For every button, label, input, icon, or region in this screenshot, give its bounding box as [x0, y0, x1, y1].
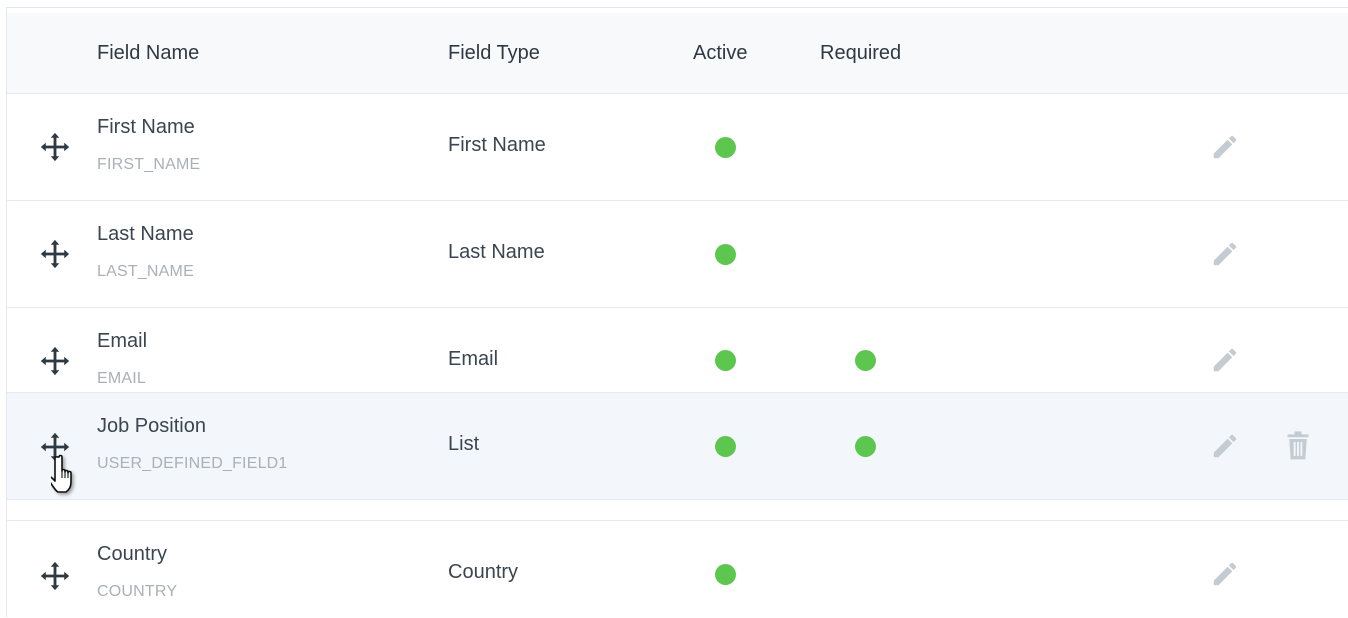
active-status-dot: [715, 436, 736, 457]
pencil-icon[interactable]: [1210, 345, 1240, 375]
move-arrows-icon[interactable]: [38, 344, 72, 378]
header-required[interactable]: Required: [820, 13, 901, 93]
header-active[interactable]: Active: [693, 13, 747, 93]
move-arrows-icon[interactable]: [38, 430, 72, 464]
pencil-icon[interactable]: [1210, 431, 1240, 461]
drop-placeholder: [7, 499, 1348, 521]
active-status-dot: [715, 350, 736, 371]
required-status-dot: [855, 436, 876, 457]
field-key: COUNTRY: [97, 583, 178, 600]
pencil-icon[interactable]: [1210, 132, 1240, 162]
field-name: Last Name: [97, 223, 194, 245]
table-row-last-name[interactable]: Last Name LAST_NAME Last Name: [7, 201, 1348, 308]
move-arrows-icon[interactable]: [38, 130, 72, 164]
header-field-name[interactable]: Field Name: [97, 13, 199, 93]
table-row-job-position[interactable]: Job Position USER_DEFINED_FIELD1 List: [7, 393, 1348, 500]
table-row-first-name[interactable]: First Name FIRST_NAME First Name: [7, 94, 1348, 201]
move-arrows-icon[interactable]: [38, 237, 72, 271]
field-name: Job Position: [97, 415, 206, 437]
field-type: Country: [448, 561, 519, 583]
field-type: Email: [448, 348, 499, 370]
move-arrows-icon[interactable]: [38, 559, 72, 593]
field-key: FIRST_NAME: [97, 156, 201, 173]
field-type: First Name: [448, 134, 546, 156]
active-status-dot: [715, 137, 736, 158]
field-name: Country: [97, 543, 168, 565]
custom-fields-table: Field Name Field Type Active Required Fi…: [6, 7, 1348, 618]
field-type: Last Name: [448, 241, 545, 263]
field-key: LAST_NAME: [97, 263, 194, 280]
field-type: List: [448, 433, 480, 455]
table-header: Field Name Field Type Active Required: [7, 13, 1348, 94]
trash-icon[interactable]: [1284, 430, 1312, 462]
pencil-icon[interactable]: [1210, 559, 1240, 589]
pencil-icon[interactable]: [1210, 239, 1240, 269]
field-key: USER_DEFINED_FIELD1: [97, 455, 288, 472]
table-row-country[interactable]: Country COUNTRY Country: [7, 521, 1348, 618]
field-name: Email: [97, 330, 148, 352]
field-key: EMAIL: [97, 370, 147, 387]
header-field-type[interactable]: Field Type: [448, 13, 540, 93]
field-name: First Name: [97, 116, 195, 138]
active-status-dot: [715, 564, 736, 585]
required-status-dot: [855, 350, 876, 371]
active-status-dot: [715, 244, 736, 265]
table-row-email[interactable]: Email EMAIL Email: [7, 308, 1348, 393]
